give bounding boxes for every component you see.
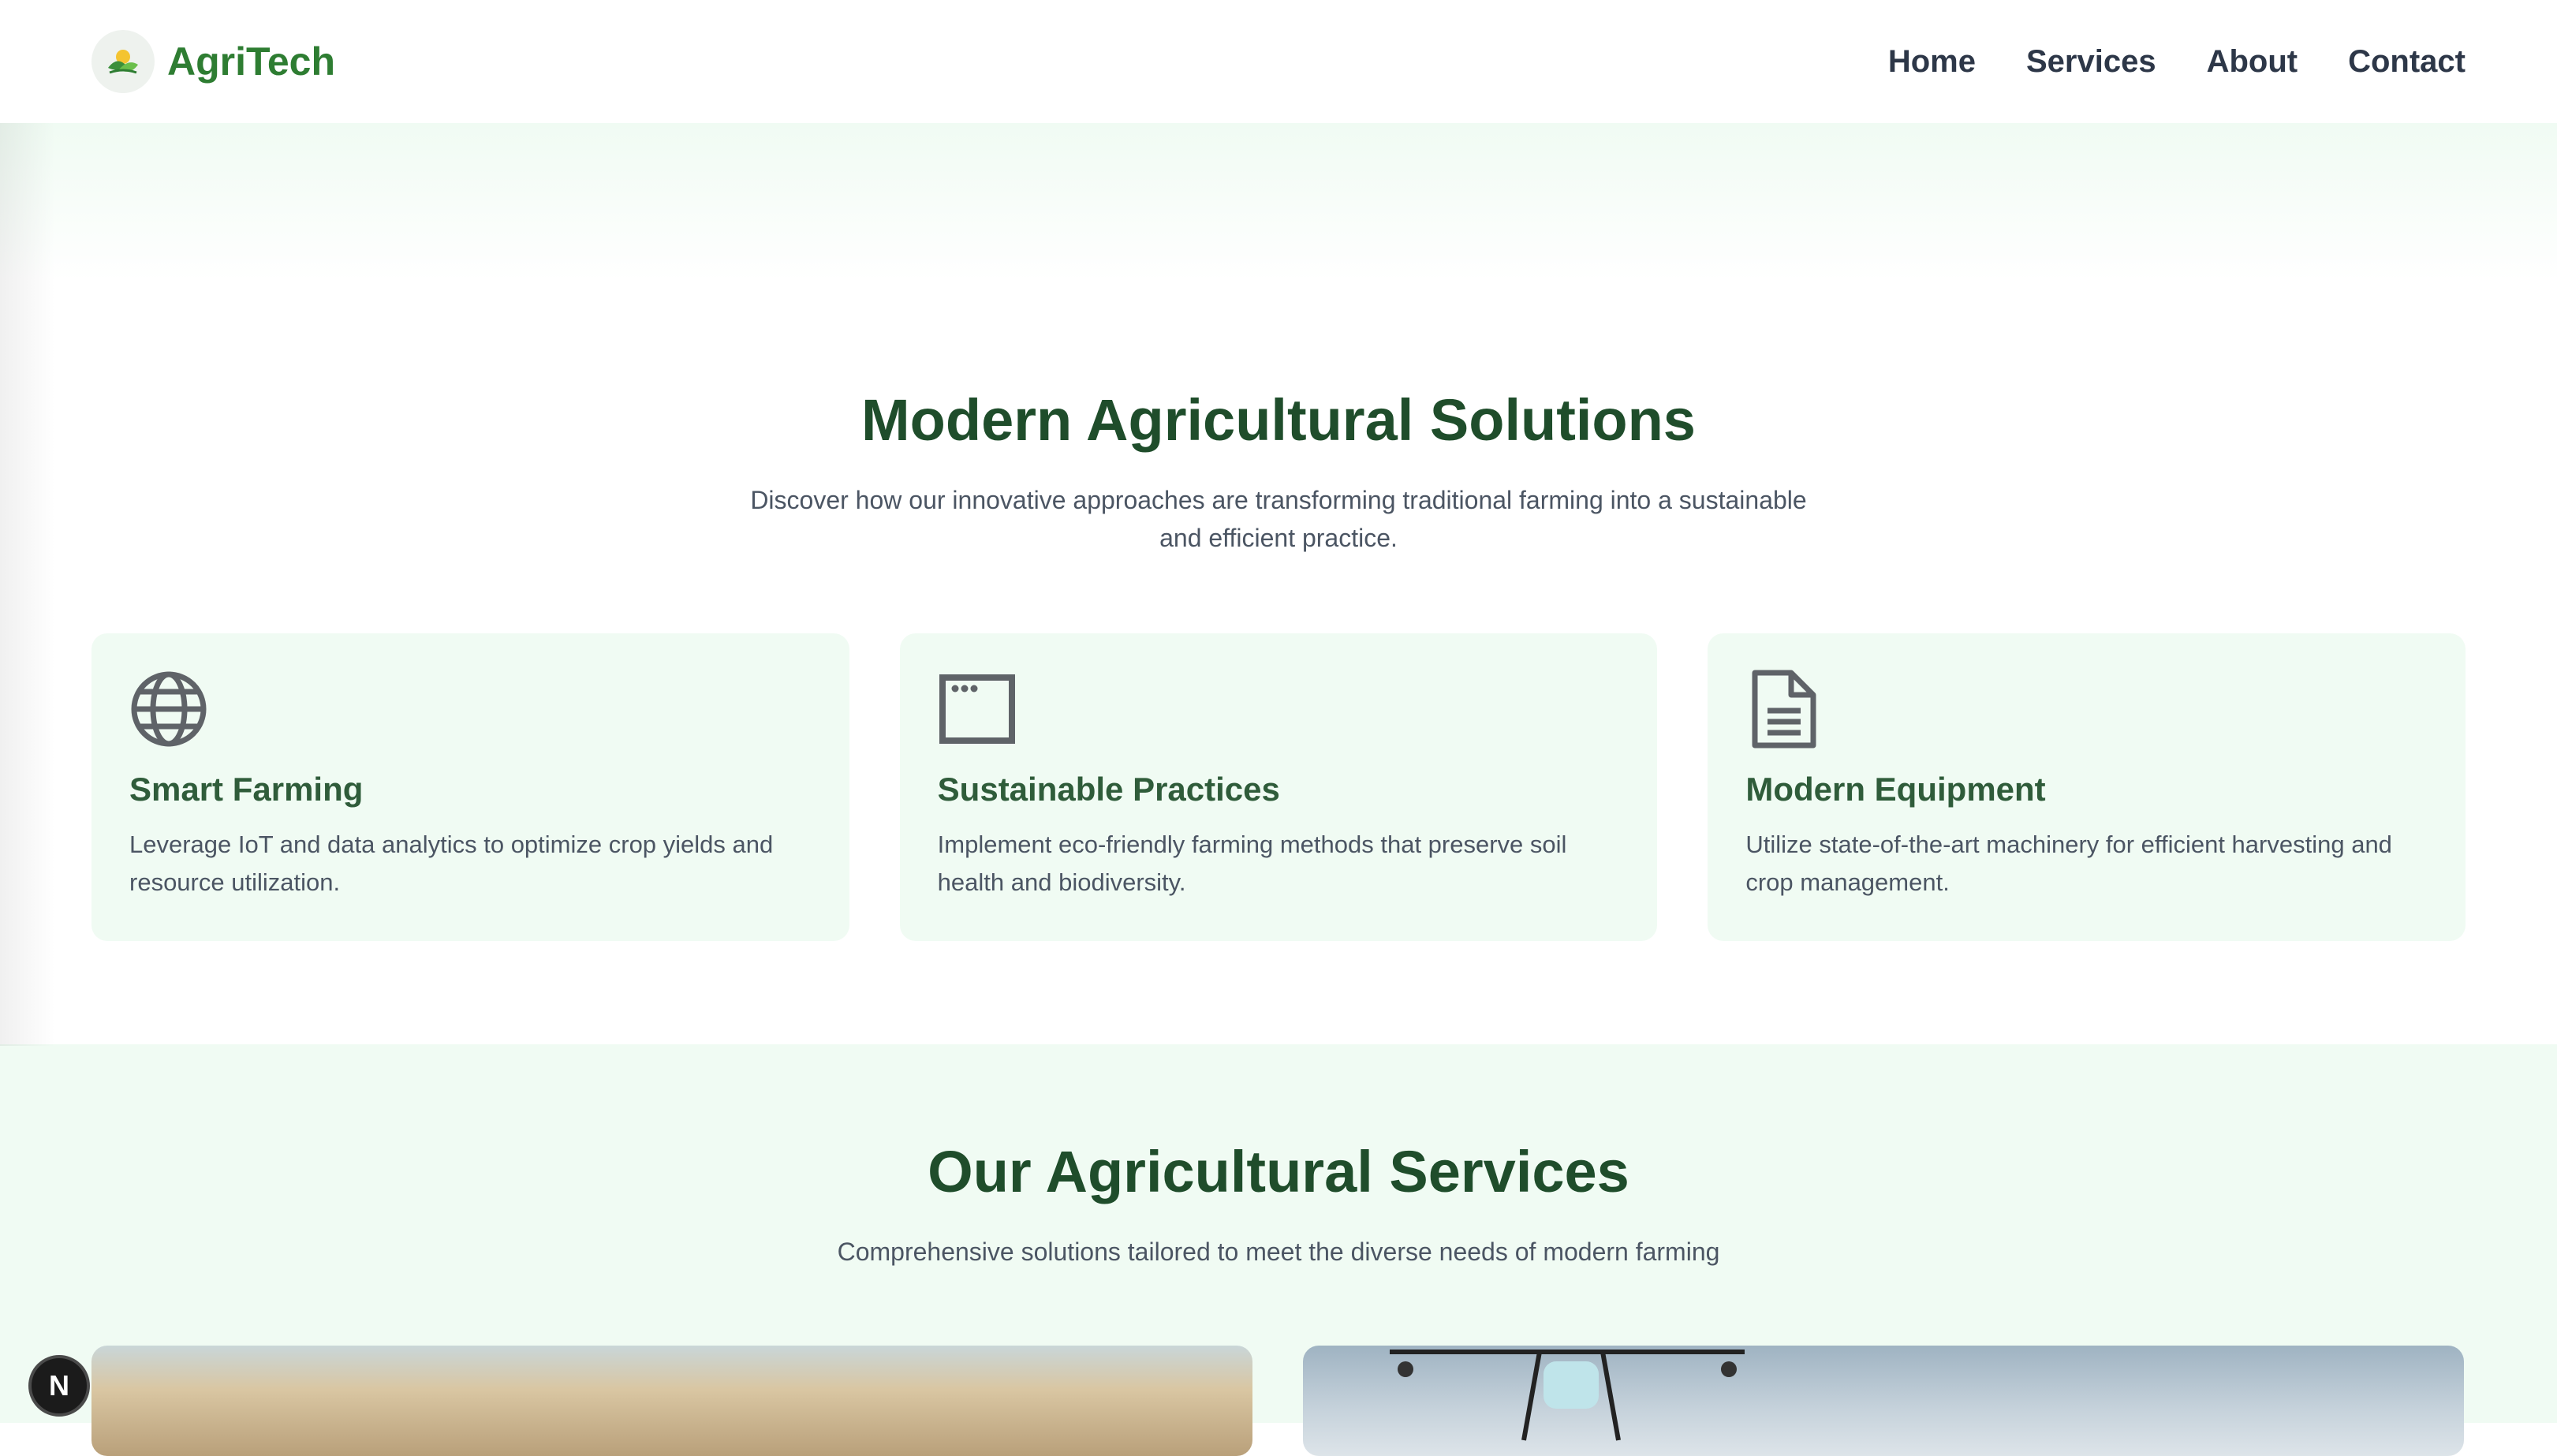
framework-badge[interactable]: N bbox=[28, 1355, 90, 1417]
service-image-sky-field[interactable] bbox=[91, 1346, 1252, 1456]
feature-title: Sustainable Practices bbox=[937, 771, 1280, 808]
nav-link-about[interactable]: About bbox=[2207, 44, 2298, 80]
services-title: Our Agricultural Services bbox=[928, 1139, 1629, 1204]
drone-icon bbox=[1390, 1350, 1745, 1441]
services-subtitle: Comprehensive solutions tailored to meet… bbox=[837, 1238, 1720, 1266]
solutions-subtitle-line-2: and efficient practice. bbox=[1159, 524, 1398, 552]
solutions-subtitle-line-1: Discover how our innovative approaches a… bbox=[750, 486, 1807, 514]
top-navbar: AgriTech Home Services About Contact bbox=[0, 0, 2557, 123]
feature-card-sustainable-practices[interactable]: Sustainable Practices Implement eco-frie… bbox=[899, 633, 1658, 941]
feature-cards: Smart Farming Leverage IoT and data anal… bbox=[91, 633, 2466, 941]
left-edge-shadow bbox=[0, 123, 55, 1046]
feature-text: Implement eco-friendly farming methods t… bbox=[937, 831, 1567, 896]
browser-window-icon bbox=[939, 674, 1015, 744]
nav-link-home[interactable]: Home bbox=[1888, 44, 1976, 80]
brand[interactable]: AgriTech bbox=[91, 30, 335, 93]
solutions-title: Modern Agricultural Solutions bbox=[861, 387, 1696, 453]
feature-text: Utilize state-of-the-art machinery for e… bbox=[1745, 831, 2392, 896]
nav-link-contact[interactable]: Contact bbox=[2348, 44, 2466, 80]
service-image-drone[interactable] bbox=[1303, 1346, 2464, 1456]
feature-title: Modern Equipment bbox=[1745, 771, 2046, 808]
document-icon bbox=[1752, 670, 1816, 749]
feature-card-smart-farming[interactable]: Smart Farming Leverage IoT and data anal… bbox=[91, 633, 849, 941]
feature-title: Smart Farming bbox=[129, 771, 364, 808]
brand-name: AgriTech bbox=[167, 39, 335, 84]
nav-link-services[interactable]: Services bbox=[2026, 44, 2156, 80]
feature-card-modern-equipment[interactable]: Modern Equipment Utilize state-of-the-ar… bbox=[1708, 633, 2466, 941]
feature-text: Leverage IoT and data analytics to optim… bbox=[129, 831, 774, 896]
globe-icon bbox=[131, 671, 207, 747]
nav-menu: Home Services About Contact bbox=[1888, 44, 2466, 80]
leaf-logo-icon bbox=[91, 30, 155, 93]
